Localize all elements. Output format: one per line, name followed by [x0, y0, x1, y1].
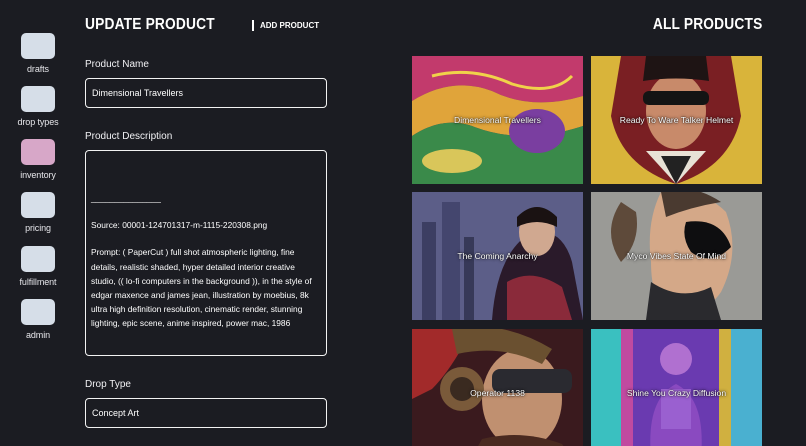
description-source: Source: 00001-124701317-m-1115-220308.pn…: [91, 220, 268, 231]
sidebar-item-pricing[interactable]: pricing: [17, 192, 59, 233]
sidebar-item-label: drafts: [27, 64, 49, 74]
drafts-icon: [21, 33, 55, 59]
drop-type-label: Drop Type: [85, 379, 131, 390]
product-title: Ready To Ware Talker Helmet: [619, 115, 734, 125]
product-title: Operator 1138: [470, 388, 525, 398]
sidebar-item-label: fulfillment: [19, 277, 57, 287]
products-grid: Dimensional Travellers Ready To Ware Tal…: [412, 56, 762, 446]
product-card[interactable]: Operator 1138: [412, 329, 583, 446]
product-card[interactable]: Myco Vibes State Of Mind: [591, 192, 762, 320]
add-product-link[interactable]: ADD PRODUCT: [252, 20, 319, 31]
product-title: Shine You Crazy Diffusion: [626, 388, 727, 398]
description-divider: _______________: [91, 193, 161, 203]
sidebar-item-label: admin: [25, 330, 50, 340]
drop-type-input[interactable]: [85, 398, 327, 428]
sidebar: drafts drop types inventory pricing fulf…: [0, 0, 76, 446]
product-title: The Coming Anarchy: [457, 251, 538, 261]
sidebar-item-drafts[interactable]: drafts: [17, 33, 59, 74]
drop-types-icon: [21, 86, 55, 112]
description-prompt: Prompt: ( PaperCut ) full shot atmospher…: [91, 247, 314, 329]
product-title: Dimensional Travellers: [454, 115, 541, 125]
pricing-icon: [21, 192, 55, 218]
sidebar-item-label: pricing: [25, 223, 51, 233]
product-description-label: Product Description: [85, 131, 173, 142]
description-spacer: [91, 232, 321, 245]
product-card[interactable]: Ready To Ware Talker Helmet: [591, 56, 762, 184]
product-description-textarea[interactable]: _______________ Source: 00001-124701317-…: [85, 150, 327, 356]
product-name-label: Product Name: [85, 59, 149, 70]
fulfillment-icon: [21, 246, 55, 272]
sidebar-item-inventory[interactable]: inventory: [17, 139, 59, 180]
sidebar-item-fulfillment[interactable]: fulfillment: [17, 246, 59, 287]
product-card[interactable]: Shine You Crazy Diffusion: [591, 329, 762, 446]
inventory-icon: [21, 139, 55, 165]
admin-icon: [21, 299, 55, 325]
sidebar-item-admin[interactable]: admin: [17, 299, 59, 340]
sidebar-item-drop-types[interactable]: drop types: [17, 86, 59, 127]
product-card[interactable]: The Coming Anarchy: [412, 192, 583, 320]
product-card[interactable]: Dimensional Travellers: [412, 56, 583, 184]
product-title: Myco Vibes State Of Mind: [626, 251, 727, 261]
app-root: drafts drop types inventory pricing fulf…: [0, 0, 806, 446]
all-products-title: ALL PRODUCTS: [652, 16, 762, 33]
sidebar-item-label: drop types: [17, 117, 59, 127]
product-name-input[interactable]: [85, 78, 327, 108]
sidebar-item-label: inventory: [20, 170, 56, 180]
page-title: UPDATE PRODUCT: [85, 16, 215, 33]
description-spacer: [91, 205, 321, 218]
